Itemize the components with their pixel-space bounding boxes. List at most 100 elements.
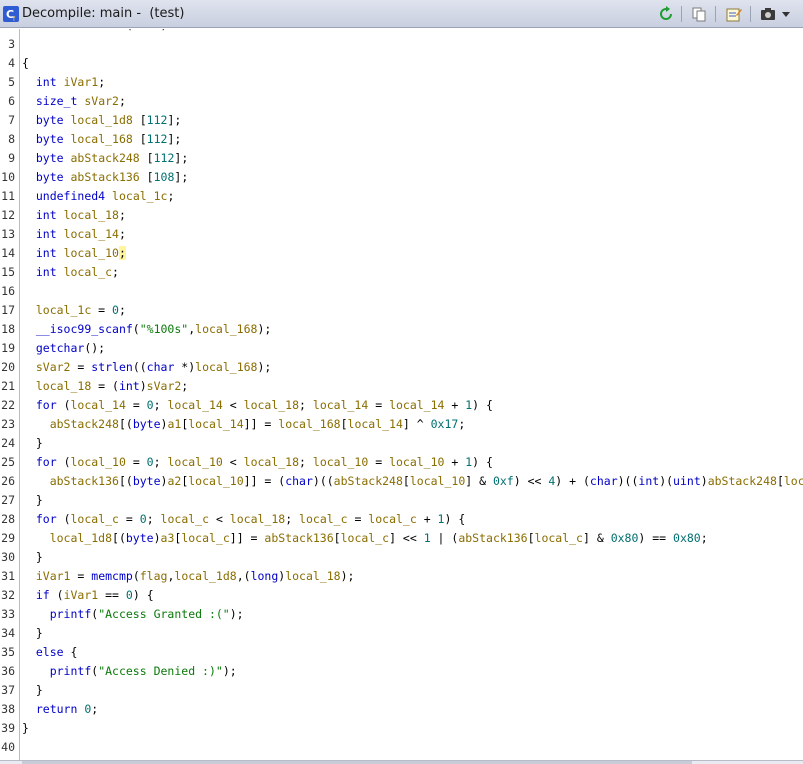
code-line[interactable]: 13 int local_14; — [0, 225, 803, 244]
line-number: 25 — [1, 455, 15, 469]
line-number: 26 — [1, 474, 15, 488]
code-line[interactable]: 4{ — [0, 54, 803, 73]
line-number: 35 — [1, 645, 15, 659]
code-line[interactable]: 10 byte abStack136 [108]; — [0, 168, 803, 187]
code-text[interactable]: byte abStack248 [112]; — [22, 149, 188, 168]
snapshot-icon[interactable] — [759, 5, 777, 23]
code-line[interactable]: 14 int local_10; — [0, 244, 803, 263]
code-text[interactable]: } — [22, 434, 43, 453]
code-line[interactable]: 37 } — [0, 681, 803, 700]
code-text[interactable]: size_t sVar2; — [22, 92, 126, 111]
code-text[interactable]: if (iVar1 == 0) { — [22, 586, 154, 605]
code-text[interactable]: for (local_10 = 0; local_10 < local_18; … — [22, 453, 493, 472]
code-line[interactable]: 26 abStack136[(byte)a2[local_10]] = (cha… — [0, 472, 803, 491]
line-number: 6 — [8, 94, 15, 108]
code-text[interactable]: int local_14; — [22, 225, 126, 244]
code-line[interactable]: 20 sVar2 = strlen((char *)local_168); — [0, 358, 803, 377]
code-text[interactable]: abStack248[(byte)a1[local_14]] = local_1… — [22, 415, 466, 434]
code-line[interactable]: 23 abStack248[(byte)a1[local_14]] = loca… — [0, 415, 803, 434]
code-text[interactable]: } — [22, 491, 43, 510]
line-number: 28 — [1, 512, 15, 526]
line-number: 24 — [1, 436, 15, 450]
code-listing: 2undefined8 main(void)34{5 int iVar1;6 s… — [0, 29, 803, 757]
code-line[interactable]: 15 int local_c; — [0, 263, 803, 282]
code-line[interactable]: 16 — [0, 282, 803, 301]
code-line[interactable]: 8 byte local_168 [112]; — [0, 130, 803, 149]
code-text[interactable]: printf("Access Denied :)"); — [22, 662, 237, 681]
code-text[interactable]: iVar1 = memcmp(flag,local_1d8,(long)loca… — [22, 567, 355, 586]
line-number: 20 — [1, 360, 15, 374]
code-text[interactable]: } — [22, 548, 43, 567]
code-line[interactable]: 32 if (iVar1 == 0) { — [0, 586, 803, 605]
code-line[interactable]: 38 return 0; — [0, 700, 803, 719]
ghidra-decompiler-icon: C f — [3, 6, 19, 23]
line-number: 3 — [8, 37, 15, 51]
line-number: 29 — [1, 531, 15, 545]
line-number: 38 — [1, 702, 15, 716]
code-line[interactable]: 40 — [0, 738, 803, 757]
code-text[interactable]: getchar(); — [22, 339, 105, 358]
code-line[interactable]: 25 for (local_10 = 0; local_10 < local_1… — [0, 453, 803, 472]
code-text[interactable]: } — [22, 624, 43, 643]
line-number: 10 — [1, 170, 15, 184]
line-number: 7 — [8, 113, 15, 127]
code-text[interactable]: byte local_168 [112]; — [22, 130, 181, 149]
decompiler-code-view[interactable]: 2undefined8 main(void)34{5 int iVar1;6 s… — [0, 29, 803, 760]
code-line[interactable]: 18 __isoc99_scanf("%100s",local_168); — [0, 320, 803, 339]
code-line[interactable]: 34 } — [0, 624, 803, 643]
code-line[interactable]: 29 local_1d8[(byte)a3[local_c]] = abStac… — [0, 529, 803, 548]
code-text[interactable]: for (local_c = 0; local_c < local_18; lo… — [22, 510, 465, 529]
code-text[interactable]: local_1d8[(byte)a3[local_c]] = abStack13… — [22, 529, 708, 548]
code-text[interactable]: int local_18; — [22, 206, 126, 225]
code-text[interactable]: __isoc99_scanf("%100s",local_168); — [22, 320, 271, 339]
toolbar-separator — [715, 6, 716, 22]
code-text[interactable]: byte abStack136 [108]; — [22, 168, 188, 187]
code-line[interactable]: 3 — [0, 35, 803, 54]
code-text[interactable]: printf("Access Granted :("); — [22, 605, 244, 624]
code-text[interactable]: int local_c; — [22, 263, 119, 282]
code-text[interactable]: undefined4 local_1c; — [22, 187, 175, 206]
window-titlebar: C f Decompile: main - (test) — [0, 0, 803, 28]
code-text[interactable]: int iVar1; — [22, 73, 105, 92]
code-line[interactable]: 11 undefined4 local_1c; — [0, 187, 803, 206]
code-text[interactable]: sVar2 = strlen((char *)local_168); — [22, 358, 271, 377]
refresh-icon[interactable] — [657, 5, 675, 23]
code-text[interactable]: local_1c = 0; — [22, 301, 126, 320]
line-number: 31 — [1, 569, 15, 583]
code-line[interactable]: 28 for (local_c = 0; local_c < local_18;… — [0, 510, 803, 529]
code-text[interactable]: int local_10; — [22, 244, 126, 263]
toolbar-separator — [750, 6, 751, 22]
edit-icon[interactable] — [725, 5, 743, 23]
code-line[interactable]: 5 int iVar1; — [0, 73, 803, 92]
code-text[interactable]: } — [22, 719, 29, 738]
code-line[interactable]: 17 local_1c = 0; — [0, 301, 803, 320]
copy-icon[interactable] — [690, 5, 708, 23]
code-line[interactable]: 27 } — [0, 491, 803, 510]
code-line[interactable]: 31 iVar1 = memcmp(flag,local_1d8,(long)l… — [0, 567, 803, 586]
code-text[interactable]: for (local_14 = 0; local_14 < local_18; … — [22, 396, 493, 415]
code-line[interactable]: 12 int local_18; — [0, 206, 803, 225]
horizontal-scrollbar[interactable] — [0, 760, 803, 764]
code-line[interactable]: 7 byte local_1d8 [112]; — [0, 111, 803, 130]
line-number: 12 — [1, 208, 15, 222]
code-line[interactable]: 33 printf("Access Granted :("); — [0, 605, 803, 624]
code-text[interactable]: return 0; — [22, 700, 98, 719]
code-line[interactable]: 30 } — [0, 548, 803, 567]
code-text[interactable]: local_18 = (int)sVar2; — [22, 377, 188, 396]
code-line[interactable]: 21 local_18 = (int)sVar2; — [0, 377, 803, 396]
code-line[interactable]: 39} — [0, 719, 803, 738]
code-line[interactable]: 36 printf("Access Denied :)"); — [0, 662, 803, 681]
code-line[interactable]: 35 else { — [0, 643, 803, 662]
code-line[interactable]: 9 byte abStack248 [112]; — [0, 149, 803, 168]
code-text[interactable]: byte local_1d8 [112]; — [22, 111, 181, 130]
code-line[interactable]: 22 for (local_14 = 0; local_14 < local_1… — [0, 396, 803, 415]
code-line[interactable]: 6 size_t sVar2; — [0, 92, 803, 111]
code-text[interactable]: } — [22, 681, 43, 700]
code-text[interactable]: { — [22, 54, 29, 73]
dropdown-icon[interactable] — [779, 5, 793, 23]
code-text[interactable]: else { — [22, 643, 78, 662]
code-line[interactable]: 19 getchar(); — [0, 339, 803, 358]
code-line[interactable]: 24 } — [0, 434, 803, 453]
code-text[interactable]: abStack136[(byte)a2[local_10]] = (char)(… — [22, 472, 803, 491]
line-number: 23 — [1, 417, 15, 431]
